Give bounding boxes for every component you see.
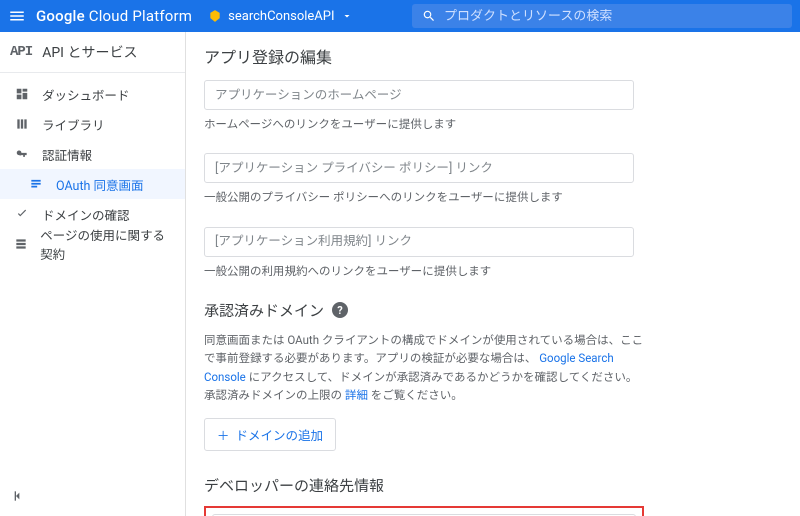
sidebar-header[interactable]: API API とサービス — [0, 32, 185, 73]
email-field-highlight: メールアドレス * ████ @gmail.com ✕ — [204, 506, 644, 516]
sidebar-collapse-icon[interactable] — [0, 480, 185, 516]
project-hex-icon — [208, 9, 222, 23]
details-link[interactable]: 詳細 — [345, 388, 368, 402]
key-icon — [14, 146, 30, 162]
search-box[interactable] — [412, 4, 792, 28]
tos-input[interactable] — [204, 227, 634, 257]
sidebar-item-dashboard[interactable]: ダッシュボード — [0, 79, 185, 109]
main-content: アプリ登録の編集 ホームページへのリンクをユーザーに提供します 一般公開のプライ… — [186, 32, 800, 516]
app-homepage-input[interactable] — [204, 80, 634, 110]
consent-icon — [28, 176, 44, 192]
add-domain-button[interactable]: ＋ ドメインの追加 — [204, 418, 336, 451]
search-icon — [422, 9, 436, 23]
plus-icon: ＋ — [217, 425, 230, 444]
caret-down-icon — [341, 10, 353, 22]
add-domain-label: ドメインの追加 — [236, 425, 324, 444]
authorized-domains-description: 同意画面または OAuth クライアントの構成でドメインが使用されている場合は、… — [204, 331, 644, 405]
privacy-policy-input[interactable] — [204, 153, 634, 183]
tos-field-group: 一般公開の利用規約へのリンクをユーザーに提供します — [204, 227, 634, 280]
authorized-domains-title: 承認済みドメイン — [204, 300, 324, 321]
topbar: Google Cloud Platform searchConsoleAPI — [0, 0, 800, 32]
sidebar-item-label: ライブラリ — [42, 115, 105, 134]
sidebar-item-page-usage-agreement[interactable]: ページの使用に関する契約 — [0, 229, 185, 259]
page-title: アプリ登録の編集 — [204, 44, 778, 68]
developer-contact-title: デベロッパーの連絡先情報 — [204, 475, 384, 496]
sidebar-item-label: ページの使用に関する契約 — [40, 225, 173, 263]
sidebar-item-credentials[interactable]: 認証情報 — [0, 139, 185, 169]
logo-rest: Cloud Platform — [89, 7, 192, 25]
sidebar-item-oauth-consent[interactable]: OAuth 同意画面 — [0, 169, 185, 199]
sidebar-title: API とサービス — [42, 42, 137, 62]
library-icon — [14, 116, 30, 132]
gcp-logo[interactable]: Google Cloud Platform — [36, 7, 192, 25]
dashboard-icon — [14, 86, 30, 102]
sidebar-item-label: ダッシュボード — [42, 85, 130, 104]
api-glyph-icon: API — [10, 44, 32, 60]
hamburger-icon[interactable] — [8, 7, 26, 25]
sidebar-item-label: ドメインの確認 — [42, 205, 130, 224]
project-name: searchConsoleAPI — [228, 9, 334, 24]
privacy-field-group: 一般公開のプライバシー ポリシーへのリンクをユーザーに提供します — [204, 153, 634, 206]
sidebar-nav: ダッシュボード ライブラリ 認証情報 OAuth 同意画面 ドメインの確認 ペー… — [0, 73, 185, 480]
check-icon — [14, 206, 30, 222]
tos-helper: 一般公開の利用規約へのリンクをユーザーに提供します — [204, 263, 634, 280]
authorized-domains-heading: 承認済みドメイン ? — [204, 300, 778, 321]
sidebar: API API とサービス ダッシュボード ライブラリ 認証情報 OAuth 同… — [0, 32, 186, 516]
agreement-icon — [14, 236, 28, 252]
help-icon[interactable]: ? — [332, 302, 348, 318]
logo-bold: Google — [36, 7, 85, 25]
search-input[interactable] — [444, 9, 782, 24]
project-picker[interactable]: searchConsoleAPI — [202, 9, 358, 24]
developer-contact-heading: デベロッパーの連絡先情報 — [204, 475, 778, 496]
sidebar-item-library[interactable]: ライブラリ — [0, 109, 185, 139]
homepage-helper: ホームページへのリンクをユーザーに提供します — [204, 116, 634, 133]
homepage-field-group: ホームページへのリンクをユーザーに提供します — [204, 80, 634, 133]
privacy-helper: 一般公開のプライバシー ポリシーへのリンクをユーザーに提供します — [204, 189, 634, 206]
sidebar-item-label: OAuth 同意画面 — [56, 175, 144, 194]
sidebar-item-label: 認証情報 — [42, 145, 92, 164]
